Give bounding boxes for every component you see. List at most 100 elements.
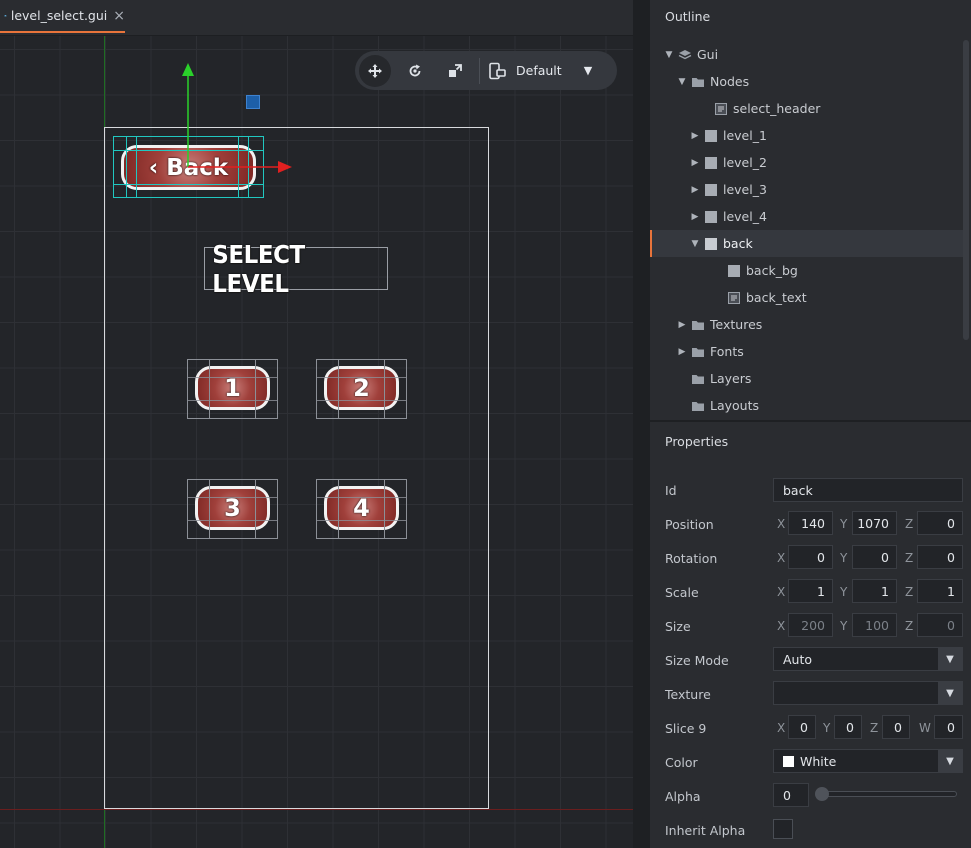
slice9-y-field[interactable]: 0 [834,715,862,739]
scale-x-field[interactable]: 1 [788,579,833,603]
level-1-node[interactable]: 1 [187,359,278,419]
outline-item-label: Layouts [710,398,760,413]
size-mode-select[interactable]: Auto ▼ [773,647,963,671]
outline-item-textures[interactable]: ▶ Textures [650,311,964,338]
outline-item-back-text[interactable]: back_text [650,284,964,311]
alpha-label: Alpha [665,789,701,804]
collapse-arrow-icon[interactable]: ▼ [677,77,687,87]
editor-tab-bar: level_select.gui × [0,0,633,36]
chevron-down-icon[interactable]: ▼ [938,750,962,772]
level-4-node[interactable]: 4 [316,479,407,539]
box-node-icon [704,237,718,251]
scene-view[interactable]: SELECT LEVEL 1 2 3 4 ‹ Back Default ▼ [0,36,633,848]
outline-item-back-bg[interactable]: back_bg [650,257,964,284]
expand-arrow-icon[interactable]: ▶ [690,158,700,168]
rotate-tool-button[interactable] [399,55,431,87]
outline-item-level-2[interactable]: ▶ level_2 [650,149,964,176]
slice9-z-field[interactable]: 0 [882,715,910,739]
outline-item-level-3[interactable]: ▶ level_3 [650,176,964,203]
outline-item-select-header[interactable]: select_header [650,95,964,122]
expand-arrow-icon[interactable]: ▶ [677,347,687,357]
box-node-icon [704,156,718,170]
axis-z-label: Z [905,619,914,633]
axis-y-label: Y [823,721,831,735]
rotation-x-field[interactable]: 0 [788,545,833,569]
tab-level-select-gui[interactable]: level_select.gui × [0,0,125,33]
outline-scrollbar[interactable] [963,40,969,340]
collapse-arrow-icon[interactable]: ▼ [690,239,700,249]
texture-select[interactable]: ▼ [773,681,963,705]
tab-title: level_select.gui [10,8,108,23]
id-field[interactable]: back [773,478,963,502]
slice9-x-field[interactable]: 0 [788,715,816,739]
move-tool-button[interactable] [359,54,391,87]
folder-icon [691,75,705,89]
outline-item-fonts[interactable]: ▶ Fonts [650,338,964,365]
outline-properties-splitter[interactable] [650,420,971,422]
folder-icon [691,372,705,386]
level-2-node[interactable]: 2 [316,359,407,419]
back-node[interactable]: ‹ Back [113,136,264,198]
panel-divider[interactable] [633,0,650,848]
axis-z-label: Z [905,517,914,531]
size-x-field[interactable]: 200 [788,613,833,637]
alpha-field[interactable]: 0 [773,783,809,807]
expand-arrow-icon[interactable]: ▶ [690,212,700,222]
position-y-field[interactable]: 1070 [852,511,897,535]
axis-x-label: X [777,517,786,531]
axis-w-label: W [919,721,931,735]
scale-tool-button[interactable] [439,55,471,87]
outline-item-back[interactable]: ▼ back [650,230,964,257]
alpha-slider-track[interactable] [820,791,957,797]
expand-arrow-icon[interactable]: ▶ [690,185,700,195]
color-value: White [800,753,837,769]
chevron-down-icon[interactable]: ▼ [938,648,962,670]
close-tab-icon[interactable]: × [113,8,125,24]
outline-item-level-1[interactable]: ▶ level_1 [650,122,964,149]
size-label: Size [665,619,691,634]
size-mode-label: Size Mode [665,653,729,668]
outline-item-label: level_4 [723,209,767,224]
position-label: Position [665,517,714,532]
outline-item-gui[interactable]: ▼ Gui [650,41,964,68]
expand-arrow-icon[interactable]: ▶ [677,320,687,330]
inherit-alpha-checkbox[interactable] [773,819,793,839]
screen-bounds [104,127,489,809]
chevron-down-icon[interactable]: ▼ [938,682,962,704]
outline-item-label: level_2 [723,155,767,170]
alpha-slider-thumb[interactable] [815,787,829,801]
position-z-field[interactable]: 0 [917,511,963,535]
level-2-label: 2 [353,374,370,402]
scale-y-field[interactable]: 1 [852,579,897,603]
rotation-y-field[interactable]: 0 [852,545,897,569]
collapse-arrow-icon[interactable]: ▼ [664,50,674,60]
layout-dropdown-icon[interactable]: ▼ [584,64,592,77]
outline-item-nodes[interactable]: ▼ Nodes [650,68,964,95]
outline-item-layers[interactable]: Layers [650,365,964,392]
color-select[interactable]: White ▼ [773,749,963,773]
scene-canvas[interactable] [0,36,633,848]
outline-item-level-4[interactable]: ▶ level_4 [650,203,964,230]
size-mode-value: Auto [783,651,813,667]
layout-select-value[interactable]: Default [516,63,562,78]
outline-item-label: back_text [746,290,807,305]
rotation-z-field[interactable]: 0 [917,545,963,569]
outline-item-label: level_3 [723,182,767,197]
outline-item-layouts[interactable]: Layouts [650,392,964,419]
axis-x-label: X [777,551,786,565]
scene-toolbar: Default ▼ [355,51,617,90]
axis-y-label: Y [840,585,848,599]
outline-item-label: Fonts [710,344,744,359]
outline-item-label: Layers [710,371,752,386]
size-y-field[interactable]: 100 [852,613,897,637]
device-layout-icon[interactable] [488,62,506,80]
expand-arrow-icon[interactable]: ▶ [690,131,700,141]
level-3-node[interactable]: 3 [187,479,278,539]
slice9-w-field[interactable]: 0 [934,715,963,739]
id-label: Id [665,483,677,498]
size-z-field[interactable]: 0 [917,613,963,637]
position-x-field[interactable]: 140 [788,511,833,535]
rotate-tool-icon [409,64,421,76]
select-header-node[interactable]: SELECT LEVEL [204,240,388,298]
scale-z-field[interactable]: 1 [917,579,963,603]
